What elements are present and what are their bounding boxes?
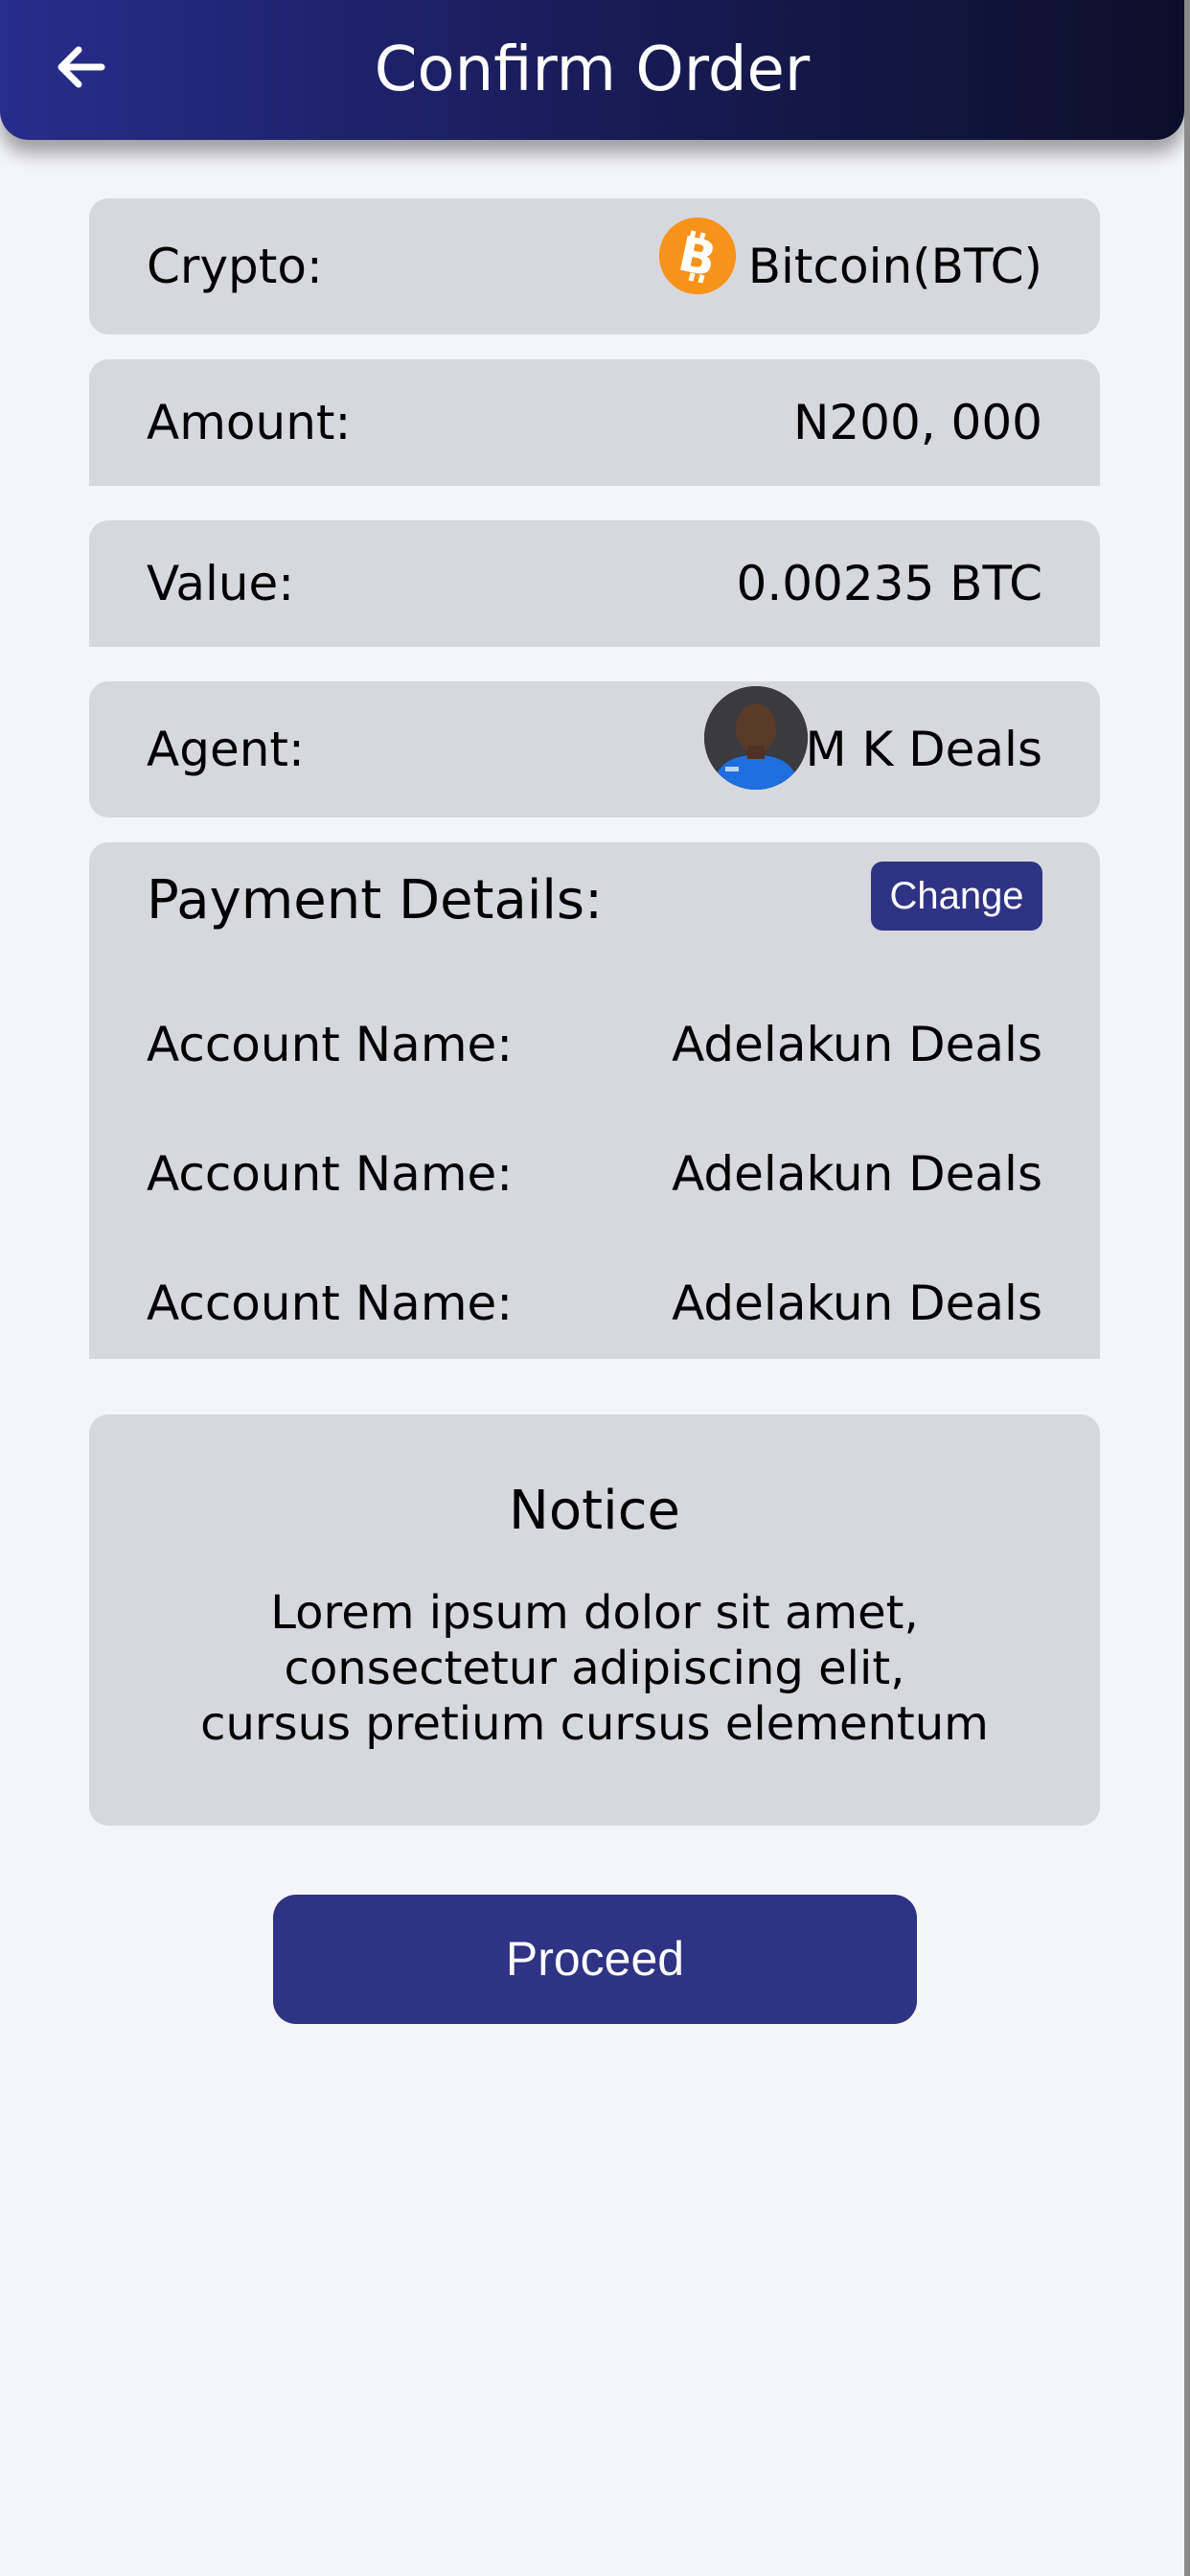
agent-avatar: [704, 686, 808, 790]
amount-value: N200, 000: [792, 395, 1042, 450]
crypto-value: Bitcoin(BTC): [747, 239, 1042, 294]
notice-body: Lorem ipsum dolor sit amet, consectetur …: [89, 1585, 1100, 1752]
account-name-label: Account Name:: [147, 1146, 514, 1202]
payment-details-title: Payment Details:: [147, 869, 603, 932]
notice-title: Notice: [509, 1480, 680, 1542]
account-name-label: Account Name:: [147, 1276, 514, 1331]
account-name-value: Adelakun Deals: [672, 1146, 1042, 1202]
app-header: Confirm Order: [0, 0, 1184, 140]
agent-label: Agent:: [147, 722, 305, 777]
value-row: Value: 0.00235 BTC: [89, 520, 1100, 647]
change-button[interactable]: Change: [871, 862, 1042, 931]
notice-card: Notice Lorem ipsum dolor sit amet, conse…: [89, 1414, 1100, 1826]
account-name-value: Adelakun Deals: [672, 1017, 1042, 1072]
proceed-button[interactable]: Proceed: [273, 1895, 917, 2024]
amount-row: Amount: N200, 000: [89, 359, 1100, 486]
confirm-order-screen: Confirm Order Crypto: B Bitcoin(BTC) Amo…: [0, 0, 1190, 2576]
notice-line: Lorem ipsum dolor sit amet,: [270, 1586, 919, 1640]
value-label: Value:: [147, 556, 295, 611]
scrollbar-edge: [1184, 0, 1190, 2576]
agent-row: Agent: M K Deals: [89, 681, 1100, 817]
payment-details-card: Payment Details: Change Account Name: Ad…: [89, 842, 1100, 1359]
account-name-label: Account Name:: [147, 1017, 514, 1072]
amount-label: Amount:: [147, 395, 352, 450]
crypto-row: Crypto: B Bitcoin(BTC): [89, 198, 1100, 334]
crypto-label: Crypto:: [147, 239, 323, 294]
notice-line: cursus pretium cursus elementum: [200, 1697, 989, 1751]
page-title: Confirm Order: [374, 34, 811, 105]
account-name-value: Adelakun Deals: [672, 1276, 1042, 1331]
bitcoin-icon: B: [659, 218, 736, 294]
value-value: 0.00235 BTC: [736, 556, 1042, 611]
agent-value: M K Deals: [805, 722, 1042, 777]
notice-line: consectetur adipiscing elit,: [284, 1642, 905, 1695]
